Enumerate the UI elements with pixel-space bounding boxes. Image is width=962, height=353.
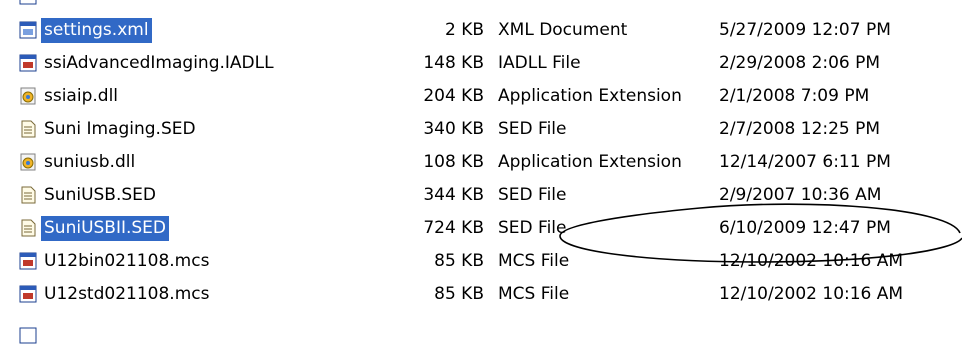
generic-file-icon: [18, 326, 38, 346]
annotation-ellipse: [559, 203, 962, 263]
